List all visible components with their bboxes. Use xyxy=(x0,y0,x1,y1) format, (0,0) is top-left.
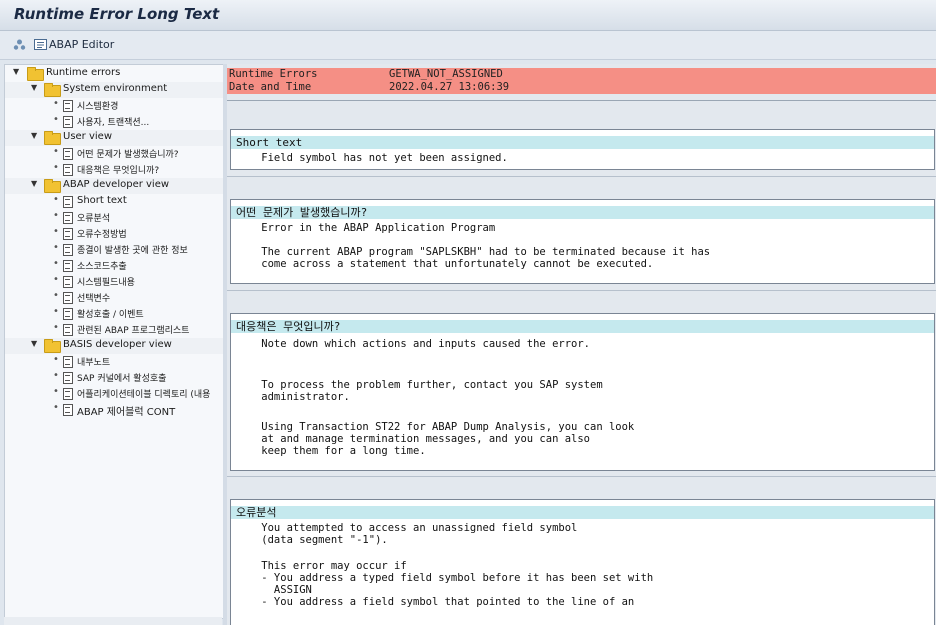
document-icon xyxy=(63,244,73,256)
tree-leaf[interactable]: • 활성호출 / 이벤트 xyxy=(5,306,223,322)
tree-node-runtime-errors[interactable]: ▼ Runtime errors xyxy=(5,66,223,82)
document-icon xyxy=(63,116,73,128)
document-icon xyxy=(63,196,73,208)
folder-icon xyxy=(44,179,61,193)
document-icon xyxy=(63,388,73,400)
tree-node-user-view[interactable]: ▼ User view xyxy=(5,130,223,146)
section-title: 오류분석 xyxy=(231,506,934,519)
document-icon xyxy=(63,308,73,320)
abap-editor-icon[interactable] xyxy=(34,39,47,50)
expand-arrow-icon[interactable]: ▼ xyxy=(31,179,37,188)
document-icon xyxy=(63,324,73,336)
tree-leaf[interactable]: • 관련된 ABAP 프로그램리스트 xyxy=(5,322,223,338)
divider xyxy=(227,176,936,177)
tree-leaf[interactable]: • 종결이 발생한 곳에 관한 정보 xyxy=(5,242,223,258)
document-icon xyxy=(63,260,73,272)
divider xyxy=(227,290,936,291)
long-text-viewer: Runtime Errors GETWA_NOT_ASSIGNED Date a… xyxy=(227,64,936,625)
window-titlebar: Runtime Error Long Text xyxy=(0,0,936,31)
window-title: Runtime Error Long Text xyxy=(14,5,220,23)
document-icon xyxy=(63,356,73,368)
tree-node-abap-developer-view[interactable]: ▼ ABAP developer view xyxy=(5,178,223,194)
tree-leaf[interactable]: • 선택변수 xyxy=(5,290,223,306)
tree-leaf[interactable]: • 시스템환경 xyxy=(5,98,223,114)
tree-leaf[interactable]: • 내부노트 xyxy=(5,354,223,370)
document-icon xyxy=(63,372,73,384)
folder-icon xyxy=(27,67,44,81)
divider xyxy=(227,476,936,477)
tree-leaf[interactable]: • 어떤 문제가 발생했습니까? xyxy=(5,146,223,162)
section-title: 대응책은 무엇입니까? xyxy=(231,320,934,333)
section-title: Short text xyxy=(231,136,934,149)
divider xyxy=(227,100,936,101)
section-what-happened: 어떤 문제가 발생했습니까? Error in the ABAP Applica… xyxy=(230,199,935,284)
tree-leaf[interactable]: • Short text xyxy=(5,194,223,210)
document-icon xyxy=(63,100,73,112)
tree-leaf[interactable]: • 어플리케이션테이블 디렉토리 (내용 xyxy=(5,386,223,402)
expand-arrow-icon[interactable]: ▼ xyxy=(31,339,37,348)
document-icon xyxy=(63,148,73,160)
section-short-text: Short text Field symbol has not yet been… xyxy=(230,129,935,170)
document-icon xyxy=(63,212,73,224)
tree-leaf[interactable]: • 오류수정방법 xyxy=(5,226,223,242)
hierarchy-icon[interactable] xyxy=(13,39,26,50)
expand-arrow-icon[interactable]: ▼ xyxy=(13,67,19,76)
runtime-errors-row: Runtime Errors GETWA_NOT_ASSIGNED xyxy=(227,68,936,81)
expand-arrow-icon[interactable]: ▼ xyxy=(31,131,37,140)
tree-node-basis-developer-view[interactable]: ▼ BASIS developer view xyxy=(5,338,223,354)
expand-arrow-icon[interactable]: ▼ xyxy=(31,83,37,92)
document-icon xyxy=(63,228,73,240)
document-icon xyxy=(63,276,73,288)
section-what-to-do: 대응책은 무엇입니까? Note down which actions and … xyxy=(230,313,935,471)
folder-icon xyxy=(44,131,61,145)
navigation-tree: ▼ Runtime errors ▼ System environment • 시… xyxy=(4,64,224,619)
tree-node-system-environment[interactable]: ▼ System environment xyxy=(5,82,223,98)
tree-leaf[interactable]: • 대응책은 무엇입니까? xyxy=(5,162,223,178)
tree-leaf[interactable]: • SAP 커널에서 활성호출 xyxy=(5,370,223,386)
tree-leaf[interactable]: • 시스템필드내용 xyxy=(5,274,223,290)
section-error-analysis: 오류분석 You attempted to access an unassign… xyxy=(230,499,935,625)
document-icon xyxy=(63,292,73,304)
section-title: 어떤 문제가 발생했습니까? xyxy=(231,206,934,219)
folder-open-icon xyxy=(44,339,61,353)
folder-icon xyxy=(44,83,61,97)
abap-editor-button[interactable]: ABAP Editor xyxy=(49,38,114,51)
toolbar: ABAP Editor xyxy=(0,31,936,60)
tree-leaf[interactable]: • ABAP 제어블럭 CONT xyxy=(5,402,223,418)
tree-leaf[interactable]: • 소스코드추출 xyxy=(5,258,223,274)
tree-leaf[interactable]: • 오류분석 xyxy=(5,210,223,226)
tree-horizontal-scrollbar[interactable] xyxy=(4,617,222,625)
document-icon xyxy=(63,404,73,416)
document-icon xyxy=(63,164,73,176)
tree-leaf[interactable]: • 사용자, 트랜잭션... xyxy=(5,114,223,130)
date-time-row: Date and Time 2022.04.27 13:06:39 xyxy=(227,81,936,94)
